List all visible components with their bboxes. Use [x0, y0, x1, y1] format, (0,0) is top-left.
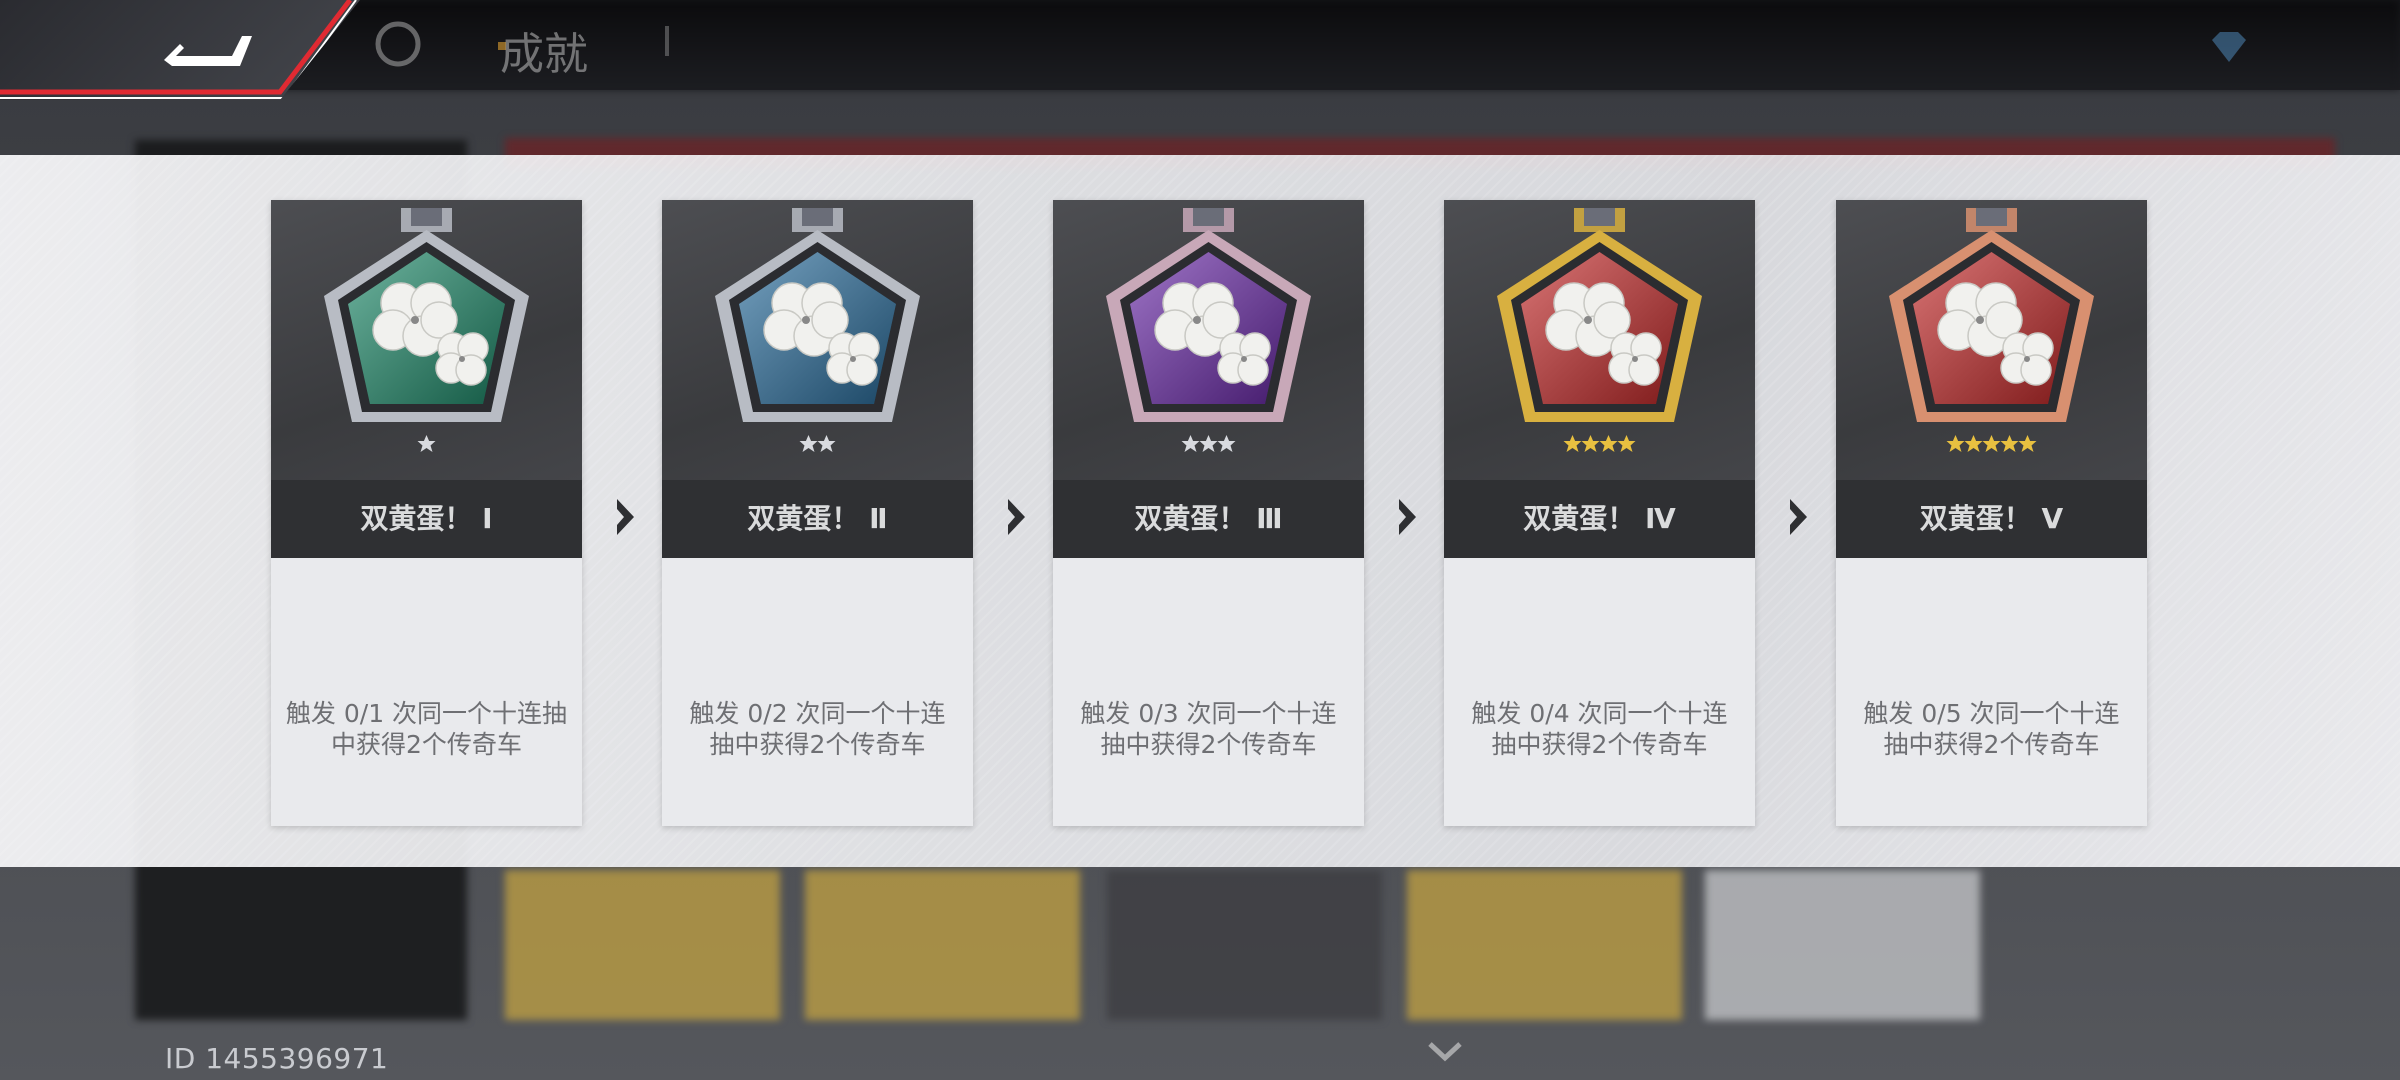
medal-icon: [1106, 208, 1311, 452]
diamond-icon: [2212, 32, 2246, 62]
medal-image-area: [662, 200, 973, 480]
bg-achievement-card: [505, 870, 780, 1020]
medal-name: 双黄蛋！ Ⅴ: [1836, 480, 2147, 558]
medal-description-line: 抽中获得2个传奇车: [1491, 730, 1708, 759]
medal-description-line: 触发 0/5 次同一个十连: [1863, 699, 2120, 728]
medal-card[interactable]: 双黄蛋！ Ⅲ 触发 0/3 次同一个十连 抽中获得2个传奇车: [1053, 200, 1364, 826]
chevron-right-icon: [1399, 499, 1416, 535]
chevron-right-icon: [1790, 499, 1807, 535]
bg-achievement-card: [1407, 870, 1682, 1020]
medal-name: 双黄蛋！ Ⅰ: [271, 480, 582, 558]
medal-image-area: [1053, 200, 1364, 480]
medal-image-area: [1444, 200, 1755, 480]
medal-tiers-modal: 双黄蛋！ Ⅰ 触发 0/1 次同一个十连抽 中获得2个传奇车 双黄蛋！ Ⅱ 触发 0/…: [0, 155, 2400, 867]
medal-card[interactable]: 双黄蛋！ Ⅳ 触发 0/4 次同一个十连 抽中获得2个传奇车: [1444, 200, 1755, 826]
medal-name: 双黄蛋！ Ⅳ: [1444, 480, 1755, 558]
medal-description-line: 触发 0/2 次同一个十连: [689, 699, 946, 728]
medal-card[interactable]: 双黄蛋！ Ⅴ 触发 0/5 次同一个十连 抽中获得2个传奇车: [1836, 200, 2147, 826]
medal-description: 触发 0/1 次同一个十连抽 中获得2个传奇车: [281, 698, 572, 760]
medal-icon: [1497, 208, 1702, 452]
medal-description: 触发 0/5 次同一个十连 抽中获得2个传奇车: [1846, 698, 2137, 760]
bg-achievement-card: [1107, 870, 1382, 1020]
medal-icon: [324, 208, 529, 452]
title-separator: [665, 26, 669, 56]
top-bar: [0, 0, 2400, 90]
medal-card[interactable]: 双黄蛋！ Ⅰ 触发 0/1 次同一个十连抽 中获得2个传奇车: [271, 200, 582, 826]
chevron-right-icon: [1008, 499, 1025, 535]
medal-description-line: 触发 0/1 次同一个十连抽: [285, 699, 568, 728]
user-id: ID 1455396971: [165, 1042, 389, 1075]
medal-description: 触发 0/2 次同一个十连 抽中获得2个传奇车: [672, 698, 963, 760]
medal-description-line: 抽中获得2个传奇车: [709, 730, 926, 759]
medal-description-line: 中获得2个传奇车: [331, 730, 522, 759]
home-icon[interactable]: [368, 14, 428, 74]
medal-name: 双黄蛋！ Ⅲ: [1053, 480, 1364, 558]
medal-description-line: 触发 0/3 次同一个十连: [1080, 699, 1337, 728]
page-title: 成就: [500, 29, 588, 80]
medal-description: 触发 0/3 次同一个十连 抽中获得2个传奇车: [1063, 698, 1354, 760]
medal-description-line: 触发 0/4 次同一个十连: [1471, 699, 1728, 728]
medal-image-area: [1836, 200, 2147, 480]
bg-achievement-card: [1705, 870, 1980, 1020]
back-arrow-icon: [164, 36, 252, 66]
medal-description-line: 抽中获得2个传奇车: [1883, 730, 2100, 759]
medal-card[interactable]: 双黄蛋！ Ⅱ 触发 0/2 次同一个十连 抽中获得2个传奇车: [662, 200, 973, 826]
medal-image-area: [271, 200, 582, 480]
medal-name: 双黄蛋！ Ⅱ: [662, 480, 973, 558]
medal-icon: [715, 208, 920, 452]
scroll-down-icon[interactable]: [1428, 1042, 1462, 1062]
medal-icon: [1889, 208, 2094, 452]
bg-achievement-card: [805, 870, 1080, 1020]
medal-description-line: 抽中获得2个传奇车: [1100, 730, 1317, 759]
chevron-right-icon: [617, 499, 634, 535]
medal-description: 触发 0/4 次同一个十连 抽中获得2个传奇车: [1454, 698, 1745, 760]
